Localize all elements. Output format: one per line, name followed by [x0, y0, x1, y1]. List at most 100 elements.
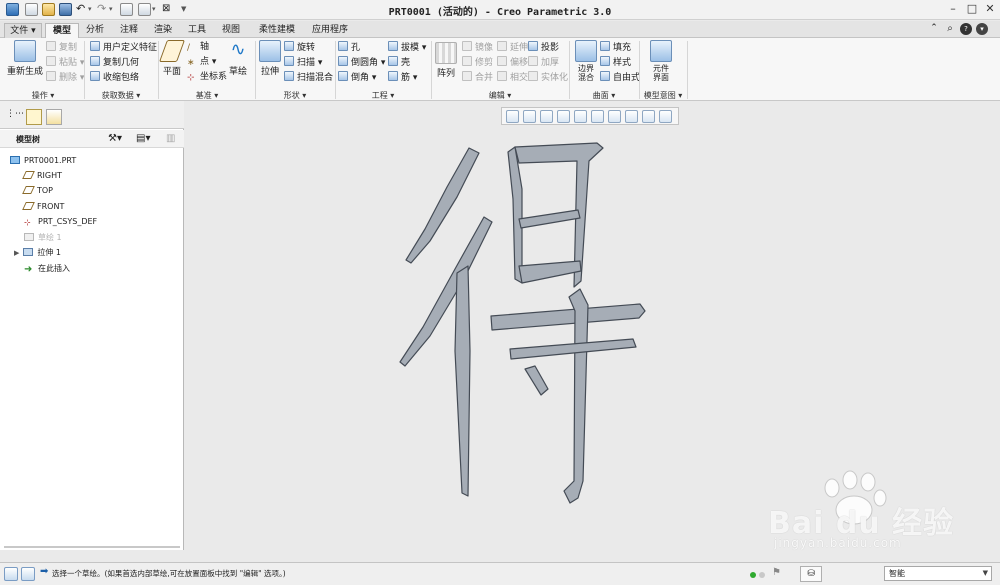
tree-item-insert-here[interactable]: ➜ 在此插入: [24, 262, 70, 276]
shell-button[interactable]: 壳: [388, 56, 410, 69]
paste-icon: [46, 56, 56, 66]
model-glyph-shape[interactable]: [399, 142, 646, 504]
maximize-button[interactable]: □: [964, 2, 980, 17]
tree-item-part[interactable]: PRT0001.PRT: [10, 154, 76, 168]
csys-button[interactable]: ⊹ 坐标系: [187, 71, 227, 84]
project-button[interactable]: 投影: [528, 41, 559, 54]
extend-button[interactable]: 延伸: [497, 41, 528, 54]
freestyle-button[interactable]: 自由式: [600, 71, 640, 84]
tree-item-sketch[interactable]: 草绘 1: [24, 231, 62, 245]
copy-geometry-button[interactable]: 复制几何: [90, 56, 139, 69]
delete-button[interactable]: 删除 ▾: [46, 71, 84, 84]
trim-icon: [462, 56, 472, 66]
tab-file[interactable]: 文件 ▾: [4, 23, 42, 38]
extrude-button[interactable]: 拉伸: [258, 40, 282, 84]
plane-button[interactable]: 平面: [158, 40, 186, 84]
mirror-button[interactable]: 镜像: [462, 41, 493, 54]
search-icon[interactable]: ⌕: [944, 23, 956, 35]
group-get-data-label[interactable]: 获取数据 ▾: [86, 90, 156, 101]
trim-button[interactable]: 修剪: [462, 56, 493, 69]
group-shapes-text: 形状: [283, 91, 300, 100]
pattern-button[interactable]: 阵列: [434, 42, 458, 86]
help-dropdown-icon[interactable]: ▾: [976, 23, 988, 35]
tree-columns-icon[interactable]: ▥: [166, 133, 175, 144]
swept-blend-label: 扫描混合: [297, 73, 334, 83]
solidify-button[interactable]: 实体化: [528, 71, 568, 84]
tree-item-right[interactable]: RIGHT: [22, 169, 62, 183]
freestyle-icon: [600, 71, 610, 81]
offset-button[interactable]: 偏移: [497, 56, 528, 69]
shrinkwrap-button[interactable]: 收缩包络: [90, 71, 139, 84]
axis-button[interactable]: / 轴: [187, 41, 209, 54]
plane-label: 平面: [162, 67, 181, 77]
tree-item-front[interactable]: FRONT: [22, 200, 64, 214]
tab-analysis[interactable]: 分析: [82, 23, 108, 38]
regenerate-icon: [14, 40, 36, 62]
close-button[interactable]: ✕: [982, 2, 998, 17]
expand-arrow-icon[interactable]: ▶: [14, 249, 19, 257]
hole-button[interactable]: 孔: [338, 41, 360, 54]
revolve-button[interactable]: 旋转: [284, 41, 315, 54]
style-button[interactable]: 样式: [600, 56, 631, 69]
ribbon-collapse-icon[interactable]: ⌃: [928, 23, 940, 35]
tab-flexible-modeling-label: 柔性建模: [258, 25, 295, 35]
tab-render[interactable]: 渲染: [150, 23, 176, 38]
minimize-button[interactable]: –: [945, 2, 961, 17]
regenerate-button[interactable]: 重新生成: [6, 40, 44, 84]
group-model-intent-label[interactable]: 模型意图 ▾: [640, 90, 686, 101]
model-geometry[interactable]: [185, 101, 1000, 550]
tab-favorites-icon[interactable]: [46, 109, 62, 125]
swept-blend-button[interactable]: 扫描混合: [284, 71, 333, 84]
group-engineering-label[interactable]: 工程 ▾: [336, 90, 430, 101]
paste-button[interactable]: 粘贴 ▾: [46, 56, 84, 69]
csys-icon: ⊹: [24, 218, 31, 227]
tree-item-label: PRT_CSYS_DEF: [38, 217, 98, 226]
graphics-window[interactable]: [185, 101, 1000, 550]
component-interface-button[interactable]: 元件界面: [646, 40, 676, 84]
show-browser-icon[interactable]: [21, 567, 35, 581]
merge-label: 合并: [475, 73, 494, 83]
help-icon[interactable]: ?: [960, 23, 972, 35]
tree-item-extrude[interactable]: ▶ 拉伸 1: [14, 246, 61, 260]
sweep-button[interactable]: 扫描 ▾: [284, 56, 322, 69]
tree-settings-icon[interactable]: ⚒▾: [108, 133, 122, 144]
thicken-button[interactable]: 加厚: [528, 56, 559, 69]
udf-button[interactable]: 用户定义特征: [90, 41, 157, 54]
copy-button[interactable]: 复制: [46, 41, 77, 54]
tab-view[interactable]: 视图: [218, 23, 244, 38]
tree-item-csys[interactable]: ⊹ PRT_CSYS_DEF: [24, 215, 97, 229]
chamfer-button[interactable]: 倒角 ▾: [338, 71, 376, 84]
tab-folder-browser-icon[interactable]: [26, 109, 42, 125]
round-button[interactable]: 倒圆角 ▾: [338, 56, 385, 69]
tree-item-label: 在此插入: [38, 264, 70, 273]
group-shapes-label[interactable]: 形状 ▾: [256, 90, 334, 101]
group-operations-label[interactable]: 操作 ▾: [4, 90, 82, 101]
selection-filter-select[interactable]: 智能 ▼: [884, 566, 992, 581]
tab-annotate[interactable]: 注释: [116, 23, 142, 38]
show-navigator-icon[interactable]: [4, 567, 18, 581]
point-button[interactable]: ∗ 点 ▾: [187, 56, 216, 69]
sketch-button[interactable]: ∿ 草绘: [226, 40, 250, 84]
tab-flexible-modeling[interactable]: 柔性建模: [252, 23, 302, 38]
tab-model-tree-icon[interactable]: ⋮⋯: [6, 109, 24, 125]
group-editing-label[interactable]: 编辑 ▾: [432, 90, 568, 101]
draft-button[interactable]: 拔模 ▾: [388, 41, 426, 54]
sketch-label: 草绘: [228, 67, 247, 77]
merge-button[interactable]: 合并: [462, 71, 493, 84]
delete-label: 删除: [59, 73, 78, 83]
tab-tools[interactable]: 工具: [184, 23, 210, 38]
tab-applications[interactable]: 应用程序: [306, 23, 354, 38]
group-surfaces-label[interactable]: 曲面 ▾: [570, 90, 638, 101]
selection-toggle-icon[interactable]: ⛁: [800, 566, 822, 582]
shrinkwrap-label: 收缩包络: [103, 73, 140, 83]
flag-icon[interactable]: ⚑: [772, 567, 781, 578]
boundary-blend-button[interactable]: 边界混合: [571, 40, 601, 84]
group-datum-label[interactable]: 基准 ▾: [160, 90, 254, 101]
rib-button[interactable]: 筋 ▾: [388, 71, 417, 84]
tree-item-top[interactable]: TOP: [22, 184, 53, 198]
revolve-label: 旋转: [297, 43, 316, 53]
fill-button[interactable]: 填充: [600, 41, 631, 54]
tree-filters-icon[interactable]: ▤▾: [136, 133, 150, 144]
intersect-button[interactable]: 相交: [497, 71, 528, 84]
tab-model[interactable]: 模型: [45, 23, 79, 39]
